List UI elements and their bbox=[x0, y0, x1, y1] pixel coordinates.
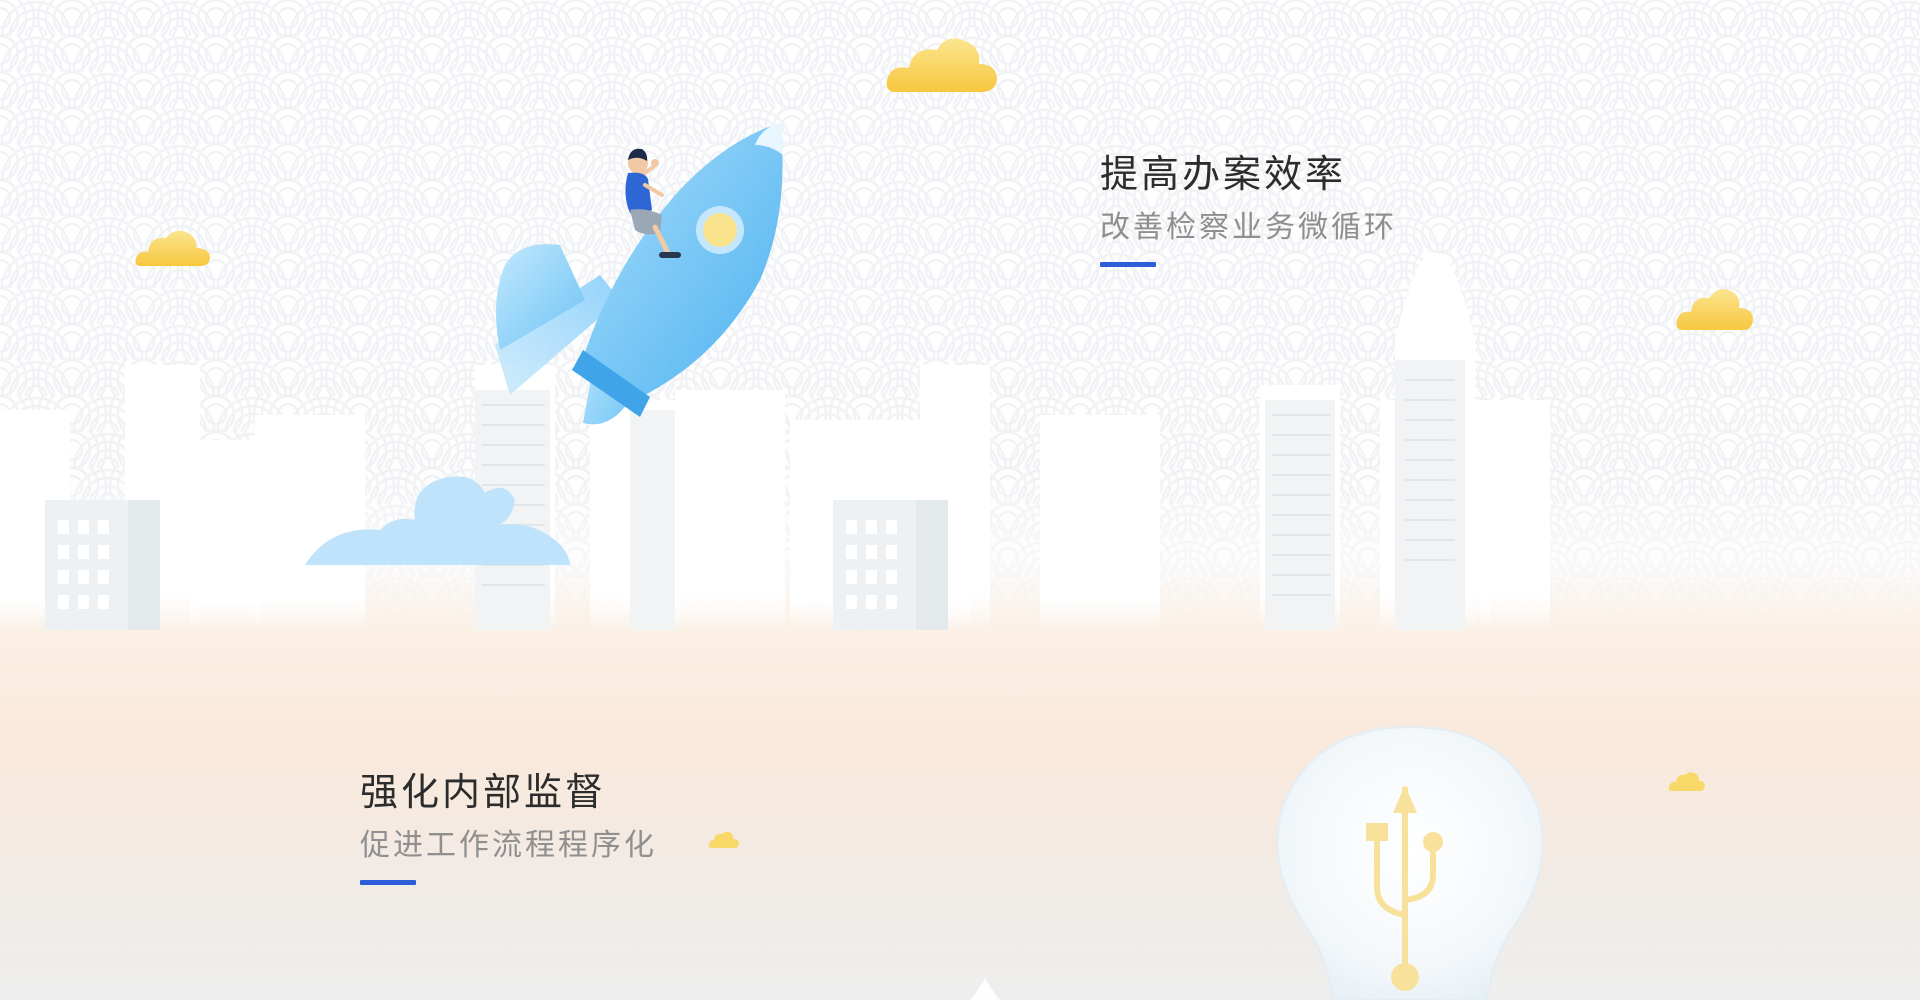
feature-block-efficiency: 提高办案效率 改善检察业务微循环 bbox=[1100, 150, 1397, 267]
cloud-icon bbox=[1668, 772, 1705, 791]
cloud-icon bbox=[708, 831, 739, 848]
lightbulb-usb-icon bbox=[1276, 725, 1544, 1000]
feature-title: 强化内部监督 bbox=[360, 770, 607, 814]
feature-subtitle: 促进工作流程程序化 bbox=[360, 828, 657, 863]
bottom-spike-decoration bbox=[970, 978, 1000, 1000]
illustration-scene bbox=[0, 0, 1920, 1000]
accent-underline bbox=[360, 880, 416, 885]
feature-subtitle: 改善检察业务微循环 bbox=[1100, 210, 1397, 245]
accent-underline bbox=[1100, 262, 1156, 267]
rocket-with-person-icon bbox=[305, 123, 784, 565]
city-skyline bbox=[0, 252, 1550, 630]
cloud-icon bbox=[886, 38, 997, 92]
cloud-icon bbox=[1676, 289, 1753, 330]
cloud-icon bbox=[135, 230, 210, 266]
feature-title: 提高办案效率 bbox=[1100, 152, 1347, 196]
feature-block-supervision: 强化内部监督 促进工作流程程序化 bbox=[360, 768, 657, 885]
